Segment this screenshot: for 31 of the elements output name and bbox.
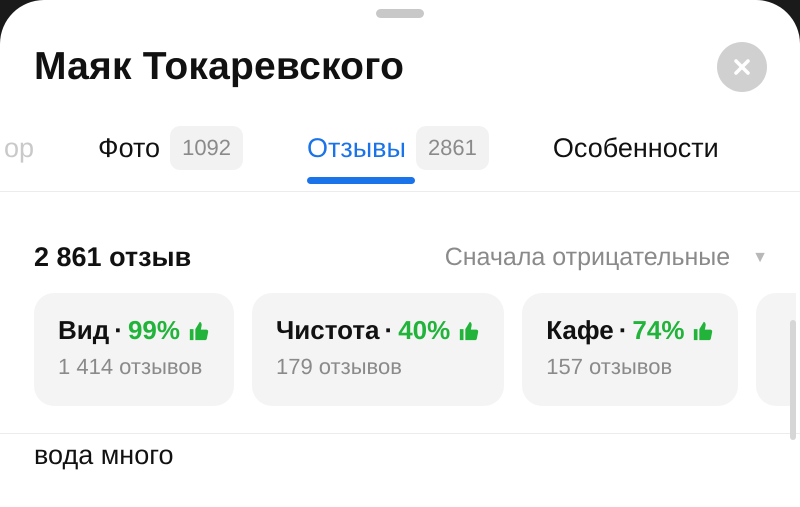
aspect-review-count: 1 414 отзывов <box>58 354 204 380</box>
aspect-name: Чистота <box>276 315 380 346</box>
review-count: 2 861 отзыв <box>34 242 192 273</box>
thumbs-up-icon <box>692 320 714 342</box>
aspect-percent: 74% <box>632 315 684 346</box>
separator-dot: · <box>384 315 394 346</box>
drag-handle[interactable] <box>376 9 424 18</box>
tab[interactable]: Особенности <box>552 116 719 180</box>
aspect-card[interactable]: Вид · 99% 1 414 отзывов <box>34 293 234 406</box>
aspect-card[interactable]: Чистота · 40% 179 отзывов <box>252 293 504 406</box>
aspect-percent: 40% <box>398 315 450 346</box>
separator-dot: · <box>618 315 628 346</box>
aspect-card[interactable]: Кафе · 74% 157 отзывов <box>522 293 738 406</box>
dropdown-arrow-icon: ▼ <box>752 248 768 266</box>
close-icon <box>733 58 751 76</box>
aspect-percent: 99% <box>128 315 180 346</box>
place-title: Маяк Токаревского <box>34 45 404 89</box>
close-button[interactable] <box>717 42 767 92</box>
thumbs-up-icon <box>188 320 210 342</box>
tab[interactable]: Отзывы 2861 <box>307 116 489 180</box>
tab[interactable]: Фото 1092 <box>98 116 244 180</box>
separator-dot: · <box>114 315 123 346</box>
aspect-name: Кафе <box>546 315 614 346</box>
count-badge: 2861 <box>416 126 489 170</box>
review-text: вода много <box>33 439 174 472</box>
aspect-review-count: 157 отзывов <box>546 354 674 380</box>
count-badge: 1092 <box>170 126 244 170</box>
aspect-review-count: 179 отзывов <box>276 354 403 380</box>
aspect-name: Вид <box>58 315 110 346</box>
thumbs-up-icon <box>458 320 480 342</box>
scrollbar[interactable] <box>790 320 796 440</box>
